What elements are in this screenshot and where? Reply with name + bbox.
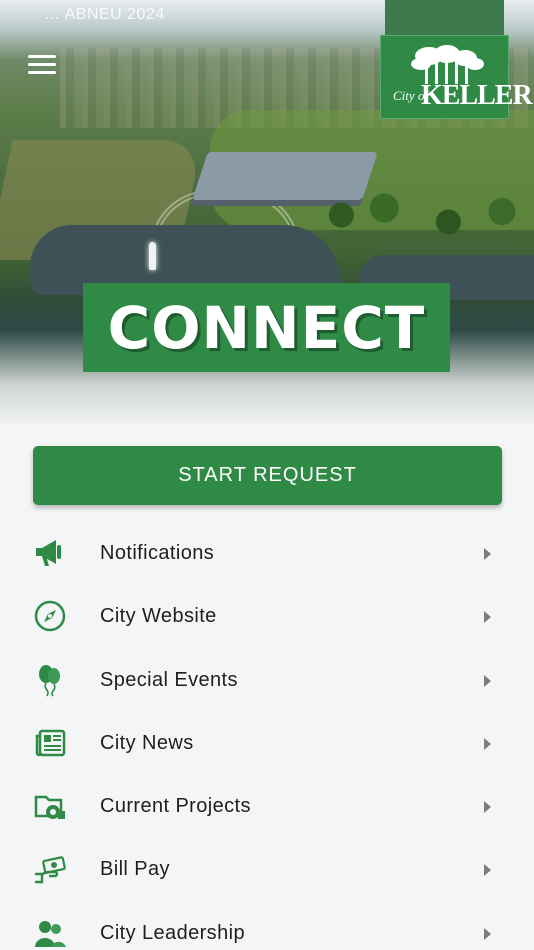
menu-item-label: Bill Pay xyxy=(100,858,170,881)
hero-trees xyxy=(320,180,534,250)
people-icon xyxy=(35,920,66,947)
connect-title: CONNECT xyxy=(107,293,426,362)
hamburger-menu-icon[interactable] xyxy=(28,55,56,77)
megaphone-icon xyxy=(36,540,61,566)
newspaper-icon xyxy=(35,729,66,757)
menu-item-notifications[interactable]: Notifications xyxy=(0,522,534,585)
menu-item-label: City Website xyxy=(100,605,217,628)
chevron-right-icon xyxy=(484,737,491,750)
menu-item-label: Notifications xyxy=(100,542,215,564)
menu-list: Notifications City Website Special Event… xyxy=(0,522,534,950)
balloons-icon xyxy=(39,664,60,697)
chevron-right-icon xyxy=(484,927,491,940)
menu-item-city-website[interactable]: City Website xyxy=(0,585,534,648)
menu-item-bill-pay[interactable]: Bill Pay xyxy=(0,838,534,901)
menu-item-label: City News xyxy=(100,731,194,754)
start-request-button[interactable]: START REQUEST xyxy=(33,446,502,505)
logo-keller-text: KELLER xyxy=(421,80,533,111)
menu-item-city-news[interactable]: City News xyxy=(0,712,534,775)
hand-money-icon xyxy=(35,856,66,884)
menu-item-current-projects[interactable]: Current Projects xyxy=(0,775,534,838)
connect-banner: CONNECT xyxy=(83,283,450,372)
status-bar-time: … ABNEU 2024 xyxy=(44,6,165,23)
project-folder-icon xyxy=(34,795,65,820)
menu-item-city-leadership[interactable]: City Leadership xyxy=(0,902,534,950)
logo-tab xyxy=(385,0,504,36)
menu-item-label: City Leadership xyxy=(100,921,245,944)
compass-icon xyxy=(34,601,66,632)
chevron-right-icon xyxy=(484,611,491,624)
chevron-right-icon xyxy=(484,674,491,687)
chevron-right-icon xyxy=(484,548,491,560)
chevron-right-icon xyxy=(484,864,491,877)
menu-item-special-events[interactable]: Special Events xyxy=(0,649,534,712)
city-logo: City of KELLER xyxy=(380,35,533,119)
hero-fountain xyxy=(149,242,156,270)
chevron-right-icon xyxy=(484,801,491,814)
menu-item-label: Current Projects xyxy=(100,795,251,818)
menu-item-label: Special Events xyxy=(100,668,238,691)
